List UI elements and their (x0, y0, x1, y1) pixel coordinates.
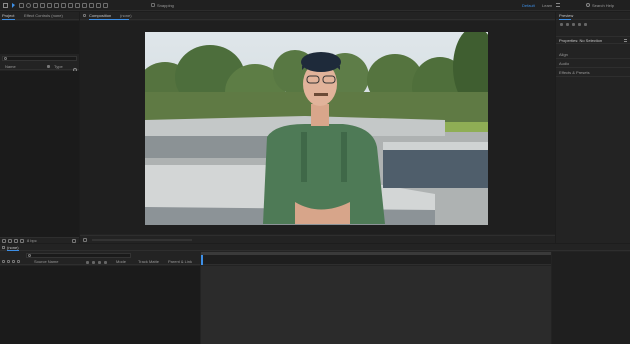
home-icon[interactable] (3, 3, 8, 8)
label-color-icon (47, 65, 50, 68)
col-trkmat[interactable]: Track Matte (138, 259, 159, 264)
footer-controls (92, 239, 192, 241)
preview-controls[interactable] (560, 22, 620, 27)
brush-tool-icon[interactable] (75, 3, 80, 8)
magnification-icon[interactable] (83, 238, 87, 242)
solo-toggle-icon[interactable] (12, 260, 15, 263)
right-panel: Preview Properties: No Selection Align A… (556, 12, 630, 243)
workspace-menu-icon[interactable] (556, 3, 560, 7)
pen-tool-icon[interactable] (61, 3, 66, 8)
col-parent[interactable]: Parent & Link (168, 259, 192, 264)
concrete-wall-right (383, 148, 488, 188)
work-area-bar[interactable] (201, 252, 551, 255)
timeline-search-input[interactable] (26, 253, 131, 258)
search-help-field[interactable]: Search Help (592, 3, 614, 8)
layer-switches-icons[interactable] (86, 260, 111, 264)
project-items-list (0, 71, 79, 238)
rectangle-tool-icon[interactable] (54, 3, 59, 8)
timeline-right-empty (552, 252, 630, 344)
tab-effect-controls[interactable]: Effect Controls (none) (24, 13, 63, 18)
timeline-ruler[interactable] (201, 252, 551, 265)
project-thumbnail-area (0, 21, 79, 54)
type-tool-icon[interactable] (68, 3, 73, 8)
timeline-panel: (none) Source Name Mode Track Matte Pare… (0, 244, 630, 344)
playhead-icon[interactable] (201, 255, 203, 265)
timeline-close-icon[interactable] (2, 246, 5, 249)
project-search-input[interactable] (2, 56, 77, 61)
concrete-wall-right-top (383, 142, 488, 150)
video-toggle-icon[interactable] (2, 260, 5, 263)
tab-preview[interactable]: Preview (559, 13, 573, 18)
puppet-tool-icon[interactable] (103, 3, 108, 8)
composition-name: (none) (120, 13, 132, 18)
properties-title: Properties: No Selection (559, 38, 603, 43)
timeline-track-area[interactable] (201, 266, 551, 344)
section-audio-label: Audio (559, 61, 570, 66)
composition-footer (80, 235, 555, 243)
project-search-icon (4, 57, 7, 60)
hand-tool-icon[interactable] (19, 3, 24, 8)
roto-brush-tool-icon[interactable] (96, 3, 101, 8)
selection-tool-icon[interactable] (12, 3, 15, 8)
col-type[interactable]: Type (54, 64, 63, 69)
project-columns-header: Name Type (0, 64, 79, 70)
snapping-checkbox-icon[interactable] (151, 3, 155, 7)
composition-tabs: Composition (none) (80, 12, 555, 20)
camera-tool-icon[interactable] (40, 3, 45, 8)
section-effects-presets[interactable]: Effects & Presets (556, 68, 630, 77)
toolbar: Snapping Default Learn Search Help (0, 0, 630, 11)
new-composition-icon[interactable] (14, 239, 18, 243)
section-align[interactable]: Align (556, 50, 630, 59)
tab-composition-underline (89, 19, 129, 20)
project-settings-icon[interactable] (20, 239, 24, 243)
snapping-label: Snapping (157, 3, 174, 8)
lock-toggle-icon[interactable] (17, 260, 20, 263)
delete-icon[interactable] (72, 239, 76, 243)
bpc-label[interactable]: 8 bpc (27, 238, 37, 243)
composition-panel: Composition (none) (80, 12, 555, 243)
col-mode[interactable]: Mode (116, 259, 126, 264)
composition-viewer[interactable] (80, 21, 555, 234)
rotate-tool-icon[interactable] (33, 3, 38, 8)
section-audio[interactable]: Audio (556, 59, 630, 68)
pan-behind-tool-icon[interactable] (47, 3, 52, 8)
timeline-columns-header: Source Name Mode Track Matte Parent & Li… (0, 259, 200, 265)
tab-project[interactable]: Project (2, 13, 14, 18)
clone-stamp-tool-icon[interactable] (82, 3, 87, 8)
timeline-tabs: (none) (0, 244, 630, 251)
col-name[interactable]: Name (5, 64, 16, 69)
preview-tab-bar: Preview (556, 12, 630, 20)
tab-composition[interactable]: Composition (89, 13, 111, 18)
section-align-label: Align (559, 52, 568, 57)
section-effects-presets-label: Effects & Presets (559, 70, 590, 75)
project-panel-tabs: Project Effect Controls (none) (0, 12, 79, 20)
audio-toggle-icon[interactable] (7, 260, 10, 263)
concrete-ledge-left (145, 136, 285, 158)
new-folder-icon[interactable] (8, 239, 12, 243)
project-footer: 8 bpc (0, 237, 79, 243)
workspace-default-tab[interactable]: Default (522, 3, 535, 8)
video-frame (145, 32, 488, 225)
eraser-tool-icon[interactable] (89, 3, 94, 8)
interpret-footage-icon[interactable] (2, 239, 6, 243)
tab-timeline-underline (7, 250, 19, 251)
project-panel: Project Effect Controls (none) Name Type… (0, 12, 79, 243)
tab-project-underline (2, 19, 15, 20)
zoom-tool-icon[interactable] (26, 3, 31, 8)
col-source-name[interactable]: Source Name (34, 259, 58, 264)
properties-header: Properties: No Selection (556, 36, 630, 44)
properties-menu-icon[interactable] (624, 39, 627, 42)
timeline-search-icon (28, 254, 31, 257)
tab-preview-underline (559, 19, 571, 20)
search-icon[interactable] (586, 3, 590, 7)
timeline-layers-area (0, 266, 200, 344)
composition-lock-icon[interactable] (83, 14, 86, 17)
workspace-learn-tab[interactable]: Learn (542, 3, 552, 8)
